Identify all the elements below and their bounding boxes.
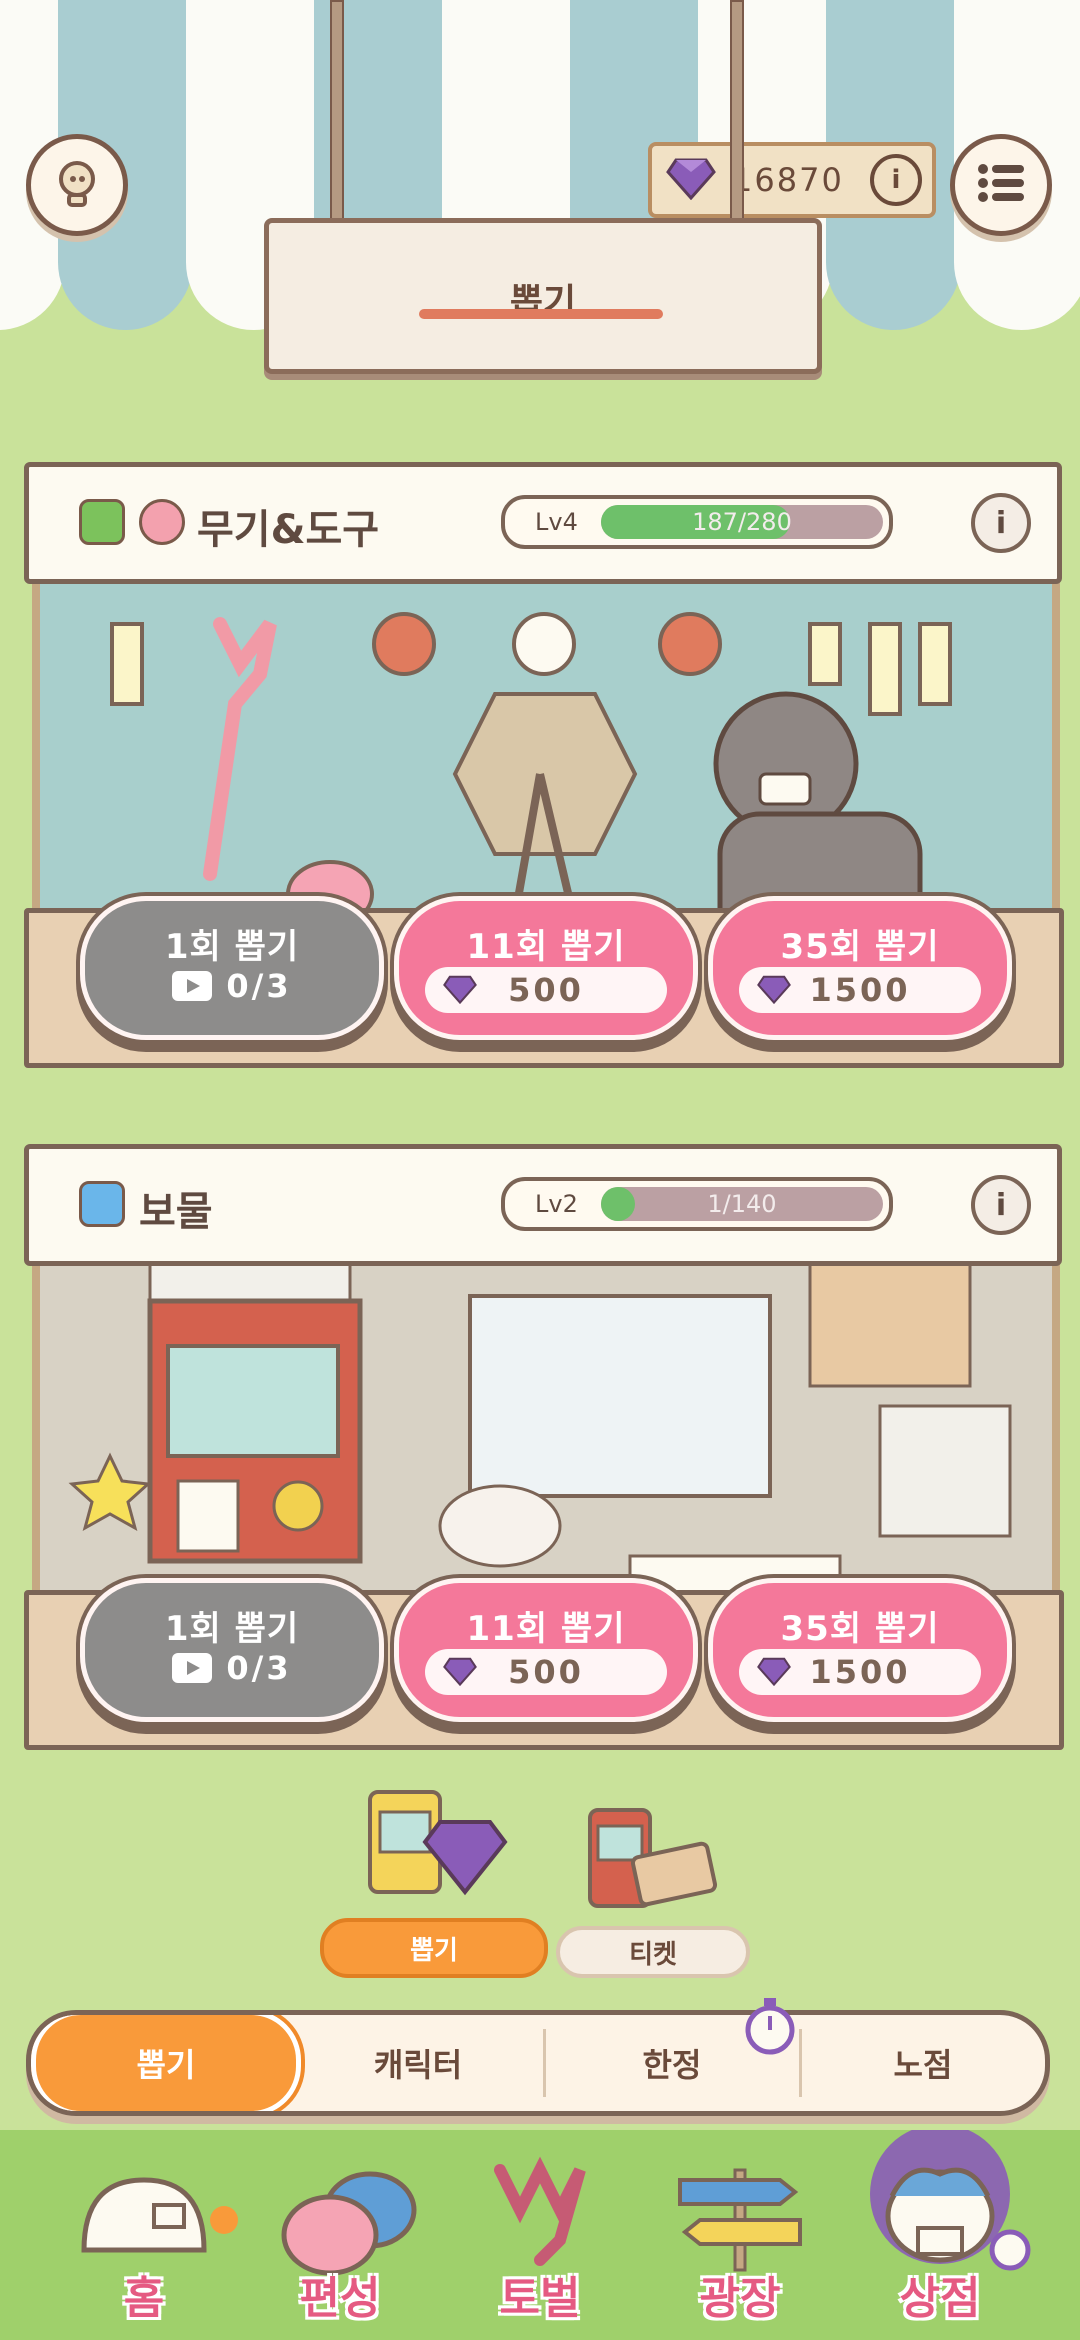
draw-button-label: 11회 뽑기 bbox=[466, 1609, 626, 1649]
nav-home[interactable]: 홈 bbox=[44, 2130, 244, 2340]
weapon-icon bbox=[494, 2156, 586, 2266]
currency-info-icon[interactable]: i bbox=[870, 154, 922, 206]
tool-category-badge bbox=[139, 499, 185, 545]
draw-1-ad-button[interactable]: 1회 뽑기 0/3 bbox=[80, 1578, 384, 1722]
stall-title: 무기&도구 bbox=[197, 507, 380, 553]
draw-button-label: 35회 뽑기 bbox=[780, 927, 940, 967]
hint-button[interactable] bbox=[26, 134, 128, 236]
draw-button-label: 11회 뽑기 bbox=[466, 927, 626, 967]
stall-info-button[interactable]: i bbox=[971, 1175, 1031, 1235]
characters-icon bbox=[281, 2171, 417, 2276]
gacha-stall-treasure: 보물 Lv2 1/140 i 1회 뽑기 0/3 11회 뽑기 500 35회 … bbox=[24, 1144, 1064, 1752]
level-progress-text: 1/140 bbox=[707, 1190, 777, 1218]
ad-remaining-count: 0/3 bbox=[226, 1649, 292, 1687]
draw-11-button[interactable]: 11회 뽑기 500 bbox=[394, 1578, 698, 1722]
draw-button-label: 35회 뽑기 bbox=[780, 1609, 940, 1649]
draw-35-button[interactable]: 35회 뽑기 1500 bbox=[708, 896, 1012, 1040]
shop-sign: 뽑기 bbox=[264, 218, 822, 374]
nav-formation[interactable]: 편성 bbox=[240, 2130, 440, 2340]
stall-level-bar: Lv2 1/140 bbox=[501, 1177, 893, 1231]
tab-gacha[interactable]: 뽑기 bbox=[31, 2015, 301, 2111]
stall-level: Lv4 bbox=[535, 508, 578, 536]
draw-price: 1500 bbox=[809, 971, 911, 1009]
gacha-stall-weapons: 무기&도구 Lv4 187/280 i 1회 뽑기 0/3 11회 뽑기 500… bbox=[24, 462, 1064, 1070]
nav-label: 홈 bbox=[123, 2273, 165, 2324]
level-progress-text: 187/280 bbox=[692, 508, 792, 536]
gem-icon bbox=[666, 156, 716, 204]
subtab-ticket[interactable]: 티켓 bbox=[556, 1926, 750, 1978]
signpost-icon bbox=[678, 2168, 802, 2272]
nav-plaza[interactable]: 광장 bbox=[640, 2130, 840, 2340]
menu-button[interactable] bbox=[950, 134, 1052, 236]
tab-divider bbox=[543, 2029, 546, 2097]
gacha-machine-ticket-icon bbox=[580, 1806, 720, 1920]
gem-icon bbox=[757, 1656, 791, 1690]
treasure-category-badge bbox=[79, 1181, 125, 1227]
sign-rope-left bbox=[330, 0, 344, 230]
draw-price: 1500 bbox=[809, 1653, 911, 1691]
draw-price: 500 bbox=[508, 971, 584, 1009]
stall-header: 무기&도구 Lv4 187/280 i bbox=[24, 462, 1062, 584]
gem-icon bbox=[443, 974, 477, 1008]
category-tabs: 뽑기 캐릭터 한정 노점 bbox=[26, 2010, 1050, 2116]
stall-title: 보물 bbox=[139, 1189, 213, 1235]
ad-remaining-count: 0/3 bbox=[226, 967, 292, 1005]
subtab-gacha[interactable]: 뽑기 bbox=[320, 1918, 548, 1978]
draw-button-label: 1회 뽑기 bbox=[164, 927, 300, 967]
draw-35-button[interactable]: 35회 뽑기 1500 bbox=[708, 1578, 1012, 1722]
stall-level-bar: Lv4 187/280 bbox=[501, 495, 893, 549]
draw-button-label: 1회 뽑기 bbox=[164, 1609, 300, 1649]
nav-shop[interactable]: 상점 bbox=[840, 2124, 1040, 2340]
menu-list-icon bbox=[977, 163, 1025, 207]
gem-count: 16870 bbox=[732, 161, 844, 199]
stall-info-button[interactable]: i bbox=[971, 493, 1031, 553]
draw-price: 500 bbox=[508, 1653, 584, 1691]
gem-icon bbox=[757, 974, 791, 1008]
video-ad-icon bbox=[172, 1653, 213, 1683]
nav-label: 상점 bbox=[899, 2273, 981, 2324]
video-ad-icon bbox=[172, 971, 213, 1001]
lightbulb-icon bbox=[51, 155, 103, 215]
nav-label: 광장 bbox=[699, 2273, 781, 2324]
weapon-category-badge bbox=[79, 499, 125, 545]
tab-stall[interactable]: 노점 bbox=[803, 2015, 1043, 2111]
draw-11-button[interactable]: 11회 뽑기 500 bbox=[394, 896, 698, 1040]
sign-underline bbox=[419, 309, 663, 319]
gacha-machine-gem-icon bbox=[360, 1782, 510, 1916]
shop-cat-icon bbox=[870, 2124, 1031, 2271]
tab-divider bbox=[799, 2029, 802, 2097]
stopwatch-icon bbox=[744, 1996, 796, 2060]
sign-rope-right bbox=[730, 0, 744, 230]
nav-label: 토벌 bbox=[499, 2273, 581, 2324]
gem-icon bbox=[443, 1656, 477, 1690]
nav-hunt[interactable]: 토벌 bbox=[440, 2130, 640, 2340]
nav-label: 편성 bbox=[299, 2273, 381, 2324]
tab-character[interactable]: 캐릭터 bbox=[293, 2015, 543, 2111]
stall-level: Lv2 bbox=[535, 1190, 578, 1218]
stall-header: 보물 Lv2 1/140 i bbox=[24, 1144, 1062, 1266]
home-icon bbox=[81, 2177, 238, 2253]
draw-1-ad-button[interactable]: 1회 뽑기 0/3 bbox=[80, 896, 384, 1040]
gem-currency-display: 16870 i bbox=[648, 142, 936, 218]
